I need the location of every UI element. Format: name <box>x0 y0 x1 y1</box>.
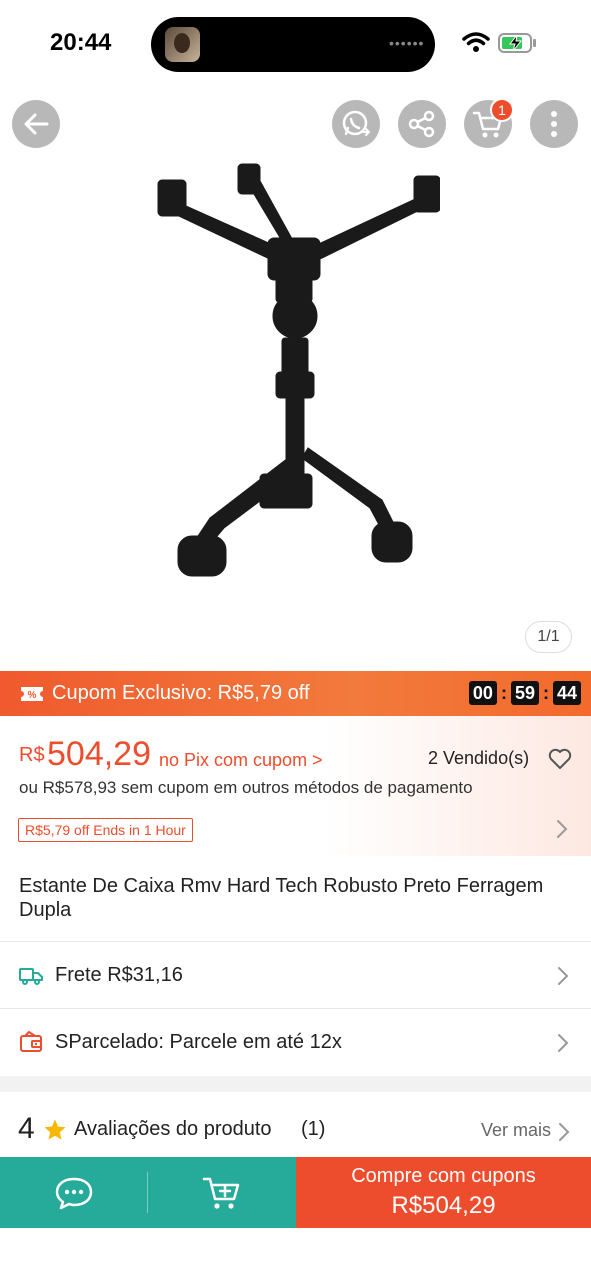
offer-expiry-tag[interactable]: R$5,79 off Ends in 1 Hour <box>18 818 193 842</box>
price-currency: R$ <box>19 744 45 766</box>
alternative-price: ou R$578,93 sem cupom em outros métodos … <box>19 778 473 797</box>
status-icons <box>462 30 542 56</box>
coupon-countdown: 00 : 59 : 44 <box>468 681 581 705</box>
share-button[interactable] <box>398 100 446 148</box>
chevron-right-icon[interactable] <box>556 819 568 839</box>
product-title: Estante De Caixa Rmv Hard Tech Robusto P… <box>19 875 544 921</box>
chat-bubble-icon <box>55 1177 93 1209</box>
price-section: R$ 504,29 no Pix com cupom > 2 Vendido(s… <box>0 716 591 856</box>
pix-coupon-link[interactable]: no Pix com cupom > <box>159 750 323 771</box>
wallet-calendar-icon <box>20 1030 42 1052</box>
star-icon <box>44 1119 66 1140</box>
more-options-button[interactable] <box>530 100 578 148</box>
truck-icon <box>19 968 43 985</box>
sold-count: 2 Vendido(s) <box>428 748 530 768</box>
buy-button-price: R$504,29 <box>391 1192 496 1219</box>
svg-text:%: % <box>28 690 37 701</box>
reviews-label: Avaliações do produto <box>74 1118 272 1140</box>
see-more-link[interactable]: Ver mais <box>481 1120 551 1141</box>
cart-count-badge: 1 <box>490 98 514 122</box>
share-icon <box>408 110 435 138</box>
chevron-right-icon[interactable] <box>558 1122 570 1142</box>
countdown-hours: 00 <box>468 681 497 705</box>
back-arrow-icon <box>24 113 49 135</box>
chevron-right-icon <box>558 967 569 985</box>
status-bar: 20:44 •••••• <box>0 0 591 88</box>
heart-icon[interactable] <box>548 748 572 770</box>
snare-stand-image <box>157 163 440 577</box>
shipping-label: Frete R$31,16 <box>55 963 183 986</box>
section-gap <box>0 1076 591 1092</box>
product-image-gallery[interactable]: 1 1/1 <box>0 88 591 671</box>
installments-row[interactable]: SParcelado: Parcele em até 12x <box>0 1009 591 1075</box>
back-button[interactable] <box>12 100 60 148</box>
exclusive-coupon-banner[interactable]: % Cupom Exclusivo: R$5,79 off 00 : 59 : … <box>0 671 591 716</box>
countdown-minutes: 59 <box>510 681 539 705</box>
battery-charging-icon <box>498 33 536 53</box>
wifi-icon <box>462 32 490 52</box>
countdown-separator: : <box>542 682 549 703</box>
price-amount: 504,29 <box>47 735 151 773</box>
buy-with-coupons-button[interactable]: Compre com cupons R$504,29 <box>296 1157 591 1228</box>
coupon-text: Cupom Exclusivo: R$5,79 off <box>52 682 310 704</box>
whatsapp-share-button[interactable] <box>332 100 380 148</box>
countdown-seconds: 44 <box>552 681 581 705</box>
countdown-separator: : <box>500 682 507 703</box>
more-vertical-icon <box>551 111 557 137</box>
bottom-action-bar: Compre com cupons R$504,29 <box>0 1157 591 1228</box>
installments-label: SParcelado: Parcele em até 12x <box>55 1030 342 1053</box>
rating-value: 4 <box>18 1112 35 1145</box>
status-time: 20:44 <box>50 29 112 56</box>
add-to-cart-button[interactable] <box>148 1157 296 1228</box>
whatsapp-share-icon <box>342 110 371 136</box>
chat-button[interactable] <box>0 1157 148 1228</box>
coupon-ticket-icon: % <box>21 686 43 701</box>
shipping-row[interactable]: Frete R$31,16 <box>0 942 591 1008</box>
chevron-right-icon <box>558 1034 569 1052</box>
island-activity-indicator: •••••• <box>389 35 425 51</box>
island-avatar <box>165 27 200 62</box>
reviews-count: (1) <box>301 1118 326 1140</box>
image-page-indicator: 1/1 <box>525 621 572 653</box>
add-to-cart-icon <box>202 1177 240 1209</box>
product-reviews-row[interactable]: 4 Avaliações do produto (1) Ver mais <box>0 1092 591 1156</box>
buy-button-label: Compre com cupons <box>351 1165 536 1187</box>
dynamic-island[interactable]: •••••• <box>151 17 435 72</box>
